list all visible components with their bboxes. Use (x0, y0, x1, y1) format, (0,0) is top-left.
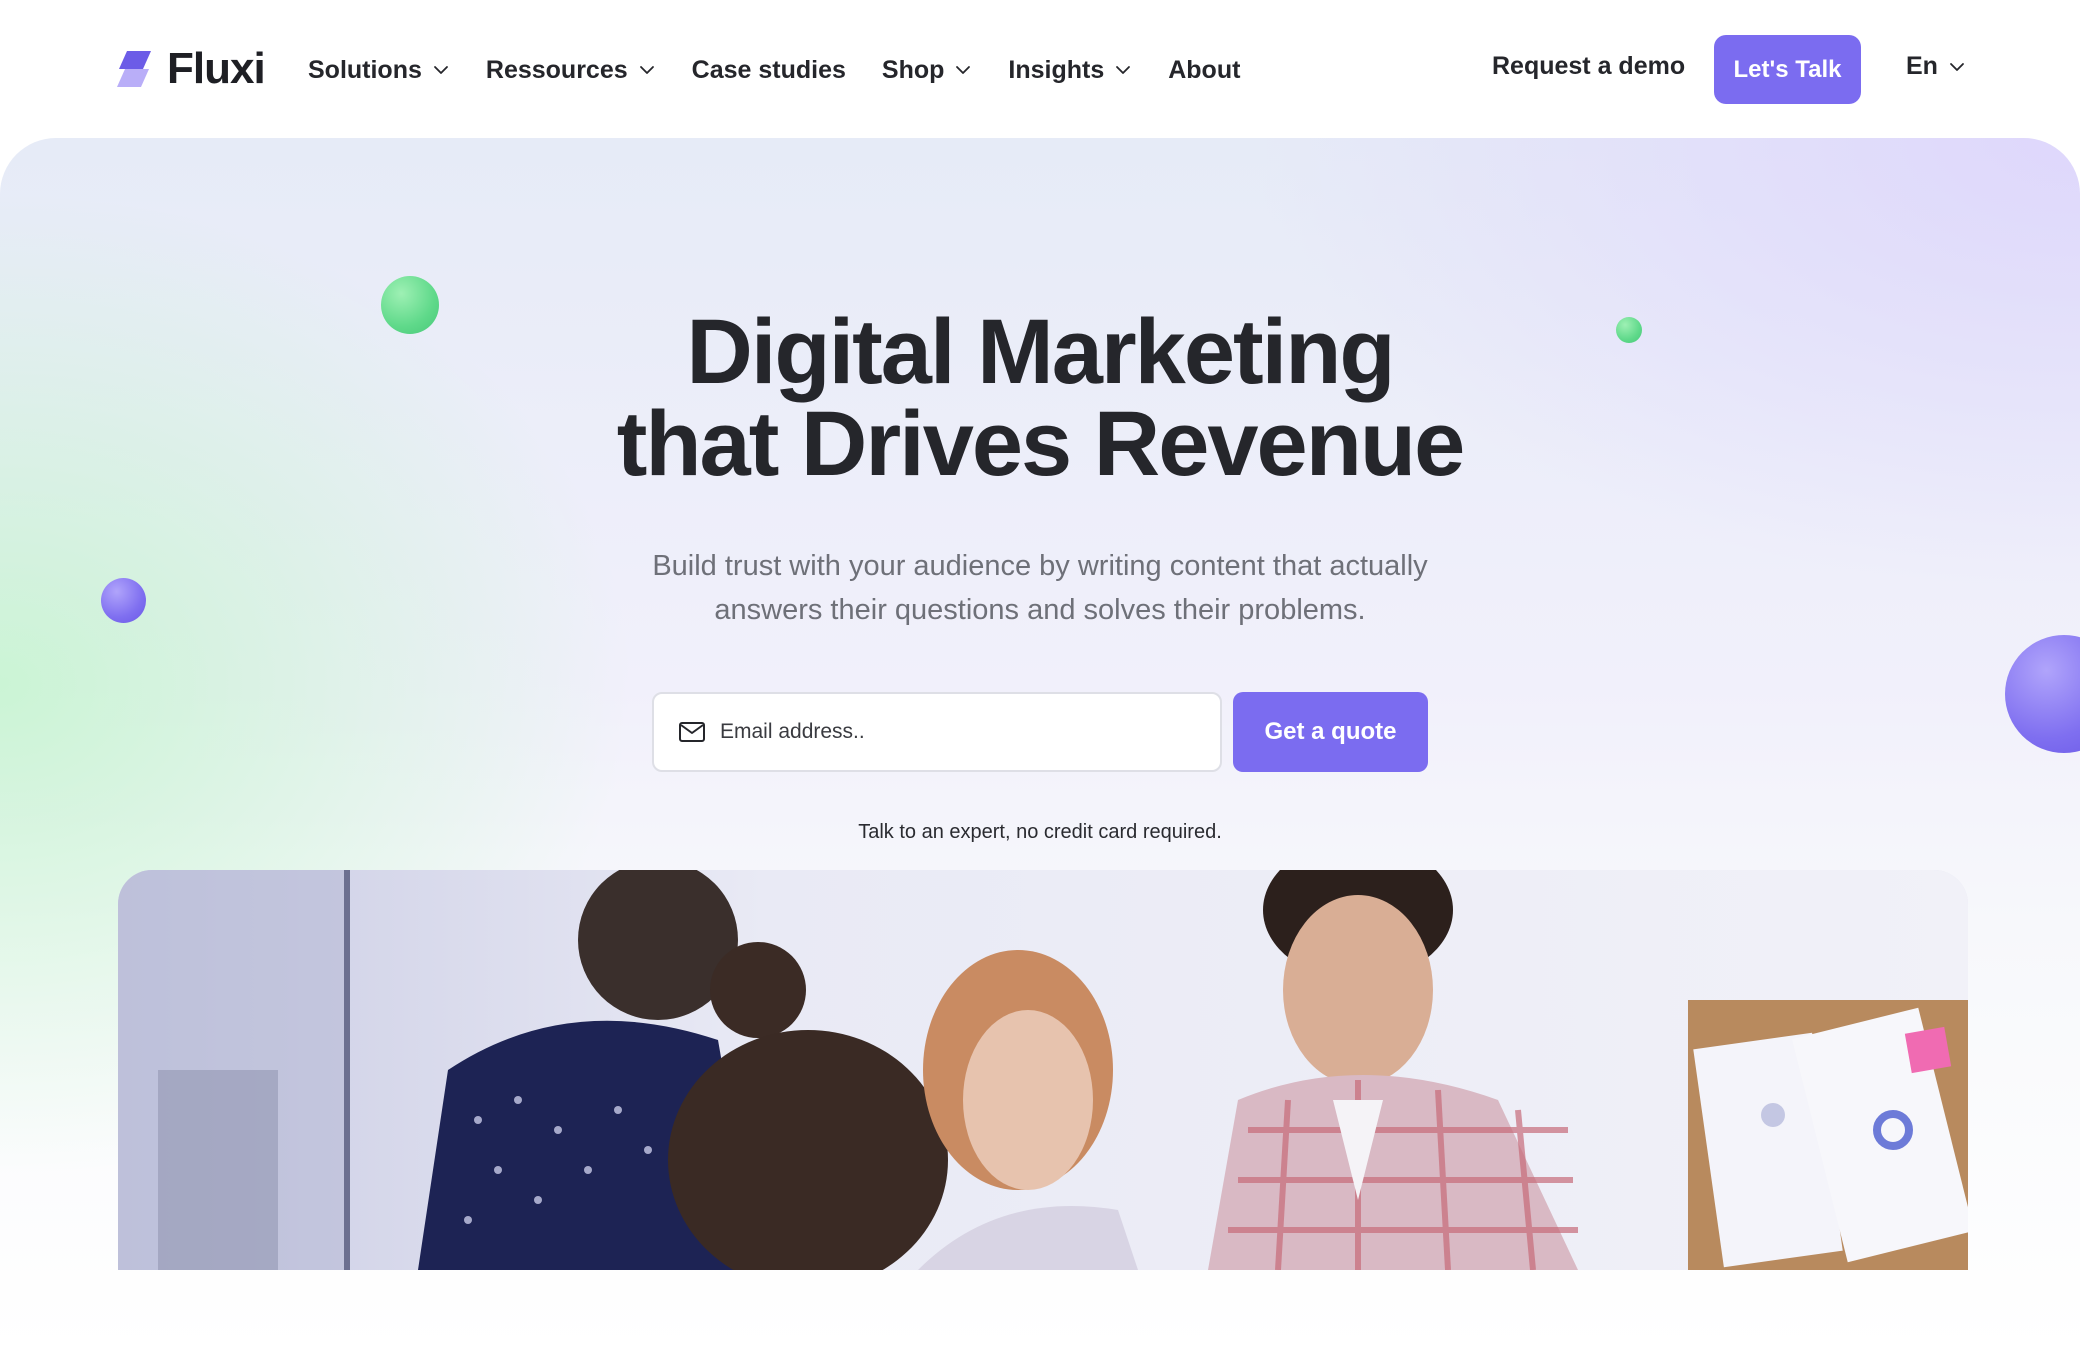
nav-item-insights[interactable]: Insights (1008, 56, 1132, 85)
email-field-wrapper (652, 692, 1222, 772)
chevron-down-icon (639, 66, 654, 74)
main-nav: Solutions Ressources Case studies Shop I… (308, 50, 1276, 90)
nav-item-label: Case studies (691, 55, 846, 84)
nav-item-label: Ressources (485, 55, 628, 84)
hero-note: Talk to an expert, no credit card requir… (858, 821, 1222, 843)
mail-icon (679, 722, 705, 742)
nav-item-about[interactable]: About (1168, 56, 1240, 85)
language-selector[interactable]: En (1906, 52, 1966, 81)
request-demo-link[interactable]: Request a demo (1492, 52, 1685, 81)
nav-item-ressources[interactable]: Ressources (486, 56, 656, 85)
get-quote-button[interactable]: Get a quote (1233, 692, 1428, 772)
hero-title-line: that Drives Revenue (616, 393, 1466, 495)
logo-text: Fluxi (167, 44, 266, 93)
hero-subtitle: Build trust with your audience by writin… (652, 550, 1428, 626)
email-field[interactable] (720, 720, 1180, 744)
language-label: En (1906, 52, 1938, 80)
hero-title-line: Digital Marketing (686, 301, 1395, 403)
chevron-down-icon (433, 66, 448, 74)
lets-talk-button[interactable]: Let's Talk (1714, 35, 1861, 104)
nav-item-case-studies[interactable]: Case studies (692, 56, 846, 85)
team-photo-illustration (118, 870, 1968, 1270)
site-header: Fluxi Solutions Ressources Case studies … (0, 0, 2080, 138)
nav-item-label: Insights (1008, 55, 1105, 84)
nav-item-label: Solutions (308, 55, 422, 84)
fluxi-logo-icon (117, 51, 151, 87)
chevron-down-icon (956, 66, 971, 74)
hero-team-photo (118, 870, 1968, 1270)
decorative-purple-dot (101, 578, 146, 623)
decorative-purple-dot (2005, 635, 2080, 753)
nav-item-label: About (1168, 55, 1241, 84)
chevron-down-icon (1116, 66, 1131, 74)
hero-title: Digital Marketing that Drives Revenue (0, 306, 2080, 490)
nav-item-shop[interactable]: Shop (882, 56, 973, 85)
nav-item-label: Shop (881, 55, 945, 84)
nav-item-solutions[interactable]: Solutions (308, 56, 450, 85)
logo[interactable]: Fluxi (115, 44, 266, 94)
chevron-down-icon (1950, 62, 1964, 71)
